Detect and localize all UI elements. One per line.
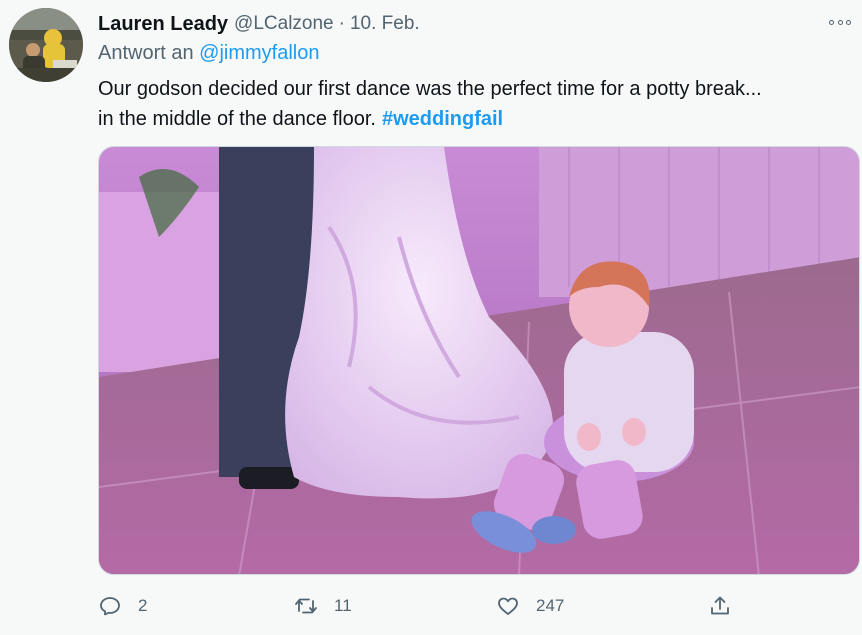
- reply-bubble-icon: [100, 597, 120, 616]
- separator: ·: [338, 13, 345, 34]
- tweet-header: Lauren Leady @LCalzone · 10. Feb.: [98, 10, 420, 38]
- tweet-text: Our godson decided our first dance was t…: [98, 74, 858, 134]
- photo-wedding-dance: [99, 147, 859, 574]
- more-dot: [829, 19, 834, 25]
- avatar[interactable]: [9, 8, 83, 82]
- display-name[interactable]: Lauren Leady: [98, 13, 228, 36]
- retweet-button[interactable]: 11: [294, 590, 352, 622]
- tweet-date[interactable]: 10. Feb.: [350, 13, 420, 35]
- tweet-text-segment: in the middle of the dance floor.: [98, 108, 376, 130]
- heart-icon: [498, 597, 518, 615]
- retweet-count: 11: [334, 596, 352, 615]
- user-handle[interactable]: @LCalzone: [234, 13, 334, 35]
- more-dot: [837, 19, 843, 25]
- tweet[interactable]: Lauren Leady @LCalzone · 10. Feb. Antwor…: [0, 0, 862, 635]
- reply-count: 2: [138, 596, 148, 615]
- like-count: 247: [536, 596, 565, 615]
- tweet-text-line-2: in the middle of the dance floor. #weddin…: [98, 104, 858, 134]
- reply-button[interactable]: 2: [98, 590, 147, 622]
- avatar-image: [9, 8, 83, 82]
- share-button[interactable]: [708, 590, 732, 622]
- reply-mention-link[interactable]: @jimmyfallon: [199, 42, 319, 64]
- hashtag-link[interactable]: #weddingfail: [382, 108, 503, 130]
- retweet-arrows-icon: [295, 598, 317, 614]
- like-button[interactable]: 247: [496, 590, 564, 622]
- tweet-text-line: Our godson decided our first dance was t…: [98, 78, 762, 100]
- more-dot: [846, 19, 851, 25]
- reply-context: Antwort an @jimmyfallon: [98, 42, 320, 65]
- reply-prefix: Antwort an: [98, 42, 194, 64]
- tweet-photo[interactable]: [98, 146, 860, 575]
- share-upload-icon: [711, 596, 729, 615]
- more-icon[interactable]: [826, 14, 854, 30]
- tweet-actions: 2 11 247: [98, 590, 838, 622]
